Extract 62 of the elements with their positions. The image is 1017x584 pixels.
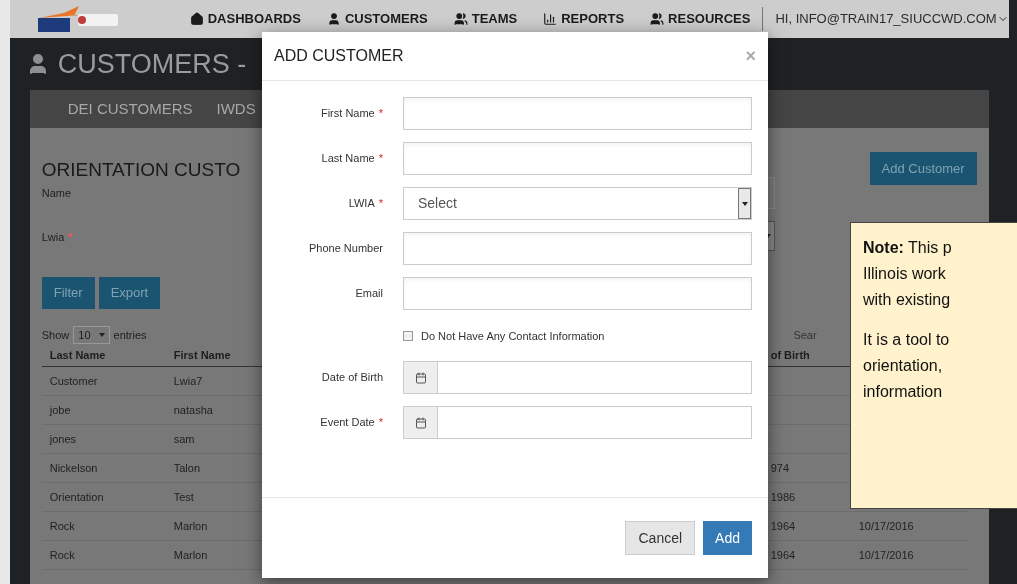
table-cell-text: Lwia7 (172, 373, 204, 389)
table-cell-text: Rock (48, 547, 76, 563)
required-mark: * (68, 230, 73, 245)
table-cell-text: sam (172, 431, 196, 447)
nav-link[interactable]: REPORTS (543, 9, 625, 29)
user-menu[interactable]: HI, INFO@TRAIN17_SIUCCWD.COM (775, 9, 1009, 29)
subnav-tab[interactable]: DEI CUSTOMERS (67, 97, 193, 121)
add-button[interactable]: Add (703, 521, 752, 555)
column-header: Last Name (48, 348, 107, 364)
table-cell-text: Rock (48, 518, 76, 534)
field-label: Phone Number (309, 241, 383, 257)
required-mark: * (378, 196, 383, 212)
required-mark: * (378, 415, 383, 431)
table-cell-text: jobe (48, 402, 72, 418)
table-cell-text: 1964 (769, 518, 797, 534)
table-cell-text: natasha (172, 402, 214, 418)
column-header: of Birth (769, 348, 811, 364)
note-text: Illinois work (863, 264, 946, 284)
column-header: First Name (172, 348, 232, 364)
show-label: Show (41, 327, 70, 343)
field-label: Event Date (320, 415, 375, 431)
required-mark: * (378, 106, 383, 122)
table-cell-text: Talon (172, 460, 202, 476)
table-cell-text: jones (48, 431, 78, 447)
field-label: First Name (320, 106, 375, 122)
note-text: orientation, (863, 356, 943, 376)
nav-link[interactable]: CUSTOMERS (326, 9, 428, 29)
table-cell-text: 1964 (769, 547, 797, 563)
nav-link[interactable]: RESOURCES (650, 9, 751, 29)
field-label: Email (355, 286, 383, 302)
search-label: Sear (793, 327, 817, 343)
table-cell-text: Test (172, 489, 195, 505)
field-label: Last Name (321, 151, 375, 167)
required-mark: * (378, 151, 383, 167)
table-cell-text: Marlon (172, 518, 209, 534)
filter-label: Lwia (41, 230, 65, 245)
subnav-tab[interactable]: IWDS (216, 97, 256, 121)
field-label: Date of Birth (321, 370, 383, 386)
entries-label: entries (113, 327, 147, 343)
table-cell-text: Nickelson (48, 460, 99, 476)
nav-link[interactable]: DASHBOARDS (189, 9, 301, 29)
table-cell-text: 1986 (769, 489, 797, 505)
note-text: Note: This p (863, 238, 952, 258)
field-label: LWIA (348, 196, 375, 212)
section-title: ORIENTATION CUSTO (41, 158, 241, 182)
dialog-title: ADD CUSTOMER (274, 46, 404, 66)
table-cell-text: 974 (769, 460, 790, 476)
table-cell-text: 10/17/2016 (857, 547, 915, 563)
nav-link[interactable]: TEAMS (453, 9, 518, 29)
page-size-select[interactable]: 10 (73, 325, 110, 345)
table-cell-text: Orientation (48, 489, 105, 505)
cancel-button[interactable]: Cancel (625, 521, 696, 555)
page-title: CUSTOMERS - (57, 47, 247, 81)
note-text: information (863, 382, 943, 402)
note-text: with existing (863, 290, 951, 310)
table-cell-text: 10/17/2016 (857, 518, 915, 534)
table-cell-text: Customer (48, 373, 99, 389)
note-text: It is a tool to (863, 330, 950, 350)
select-field[interactable]: Select (403, 187, 752, 220)
filter-label: Name (41, 186, 72, 201)
table-cell-text: Marlon (172, 547, 209, 563)
checkbox-label: Do Not Have Any Contact Information (421, 328, 605, 344)
